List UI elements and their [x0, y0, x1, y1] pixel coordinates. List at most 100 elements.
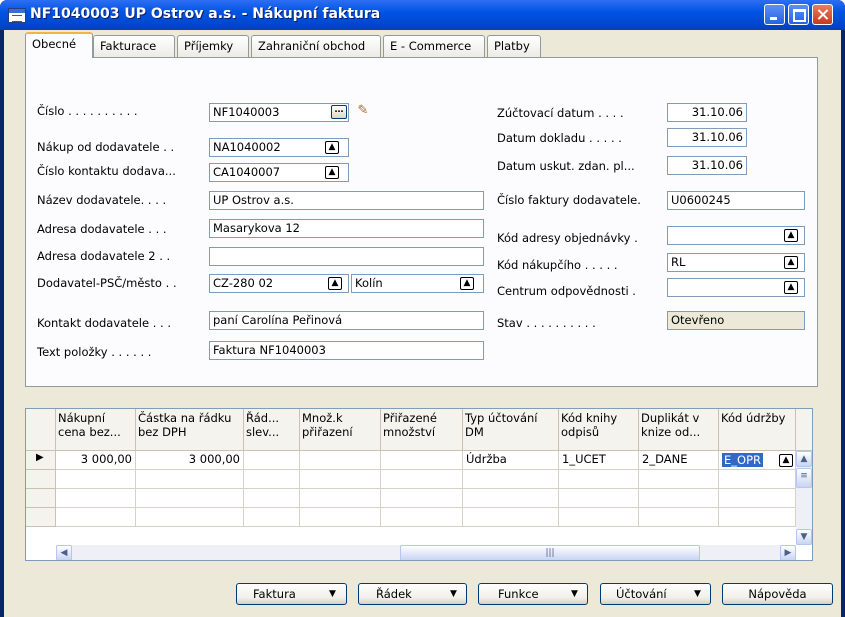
uctovani-button[interactable]: Účtování ▼: [600, 583, 711, 605]
row-selector[interactable]: [26, 470, 56, 489]
radek-button[interactable]: Řádek ▼: [358, 583, 467, 605]
column-header[interactable]: Nákupní cena bez...: [56, 409, 136, 451]
table-cell[interactable]: [639, 508, 719, 527]
table-cell[interactable]: 3 000,00: [136, 451, 244, 470]
horizontal-scrollbar[interactable]: ◀ ||| ▶: [56, 545, 796, 560]
minimize-button[interactable]: [764, 4, 785, 25]
tab-fakturace[interactable]: Fakturace: [93, 35, 175, 57]
tab-prijemky[interactable]: Příjemky: [177, 35, 249, 57]
table-cell[interactable]: [300, 489, 381, 508]
table-cell[interactable]: [300, 508, 381, 527]
close-button[interactable]: [812, 4, 833, 25]
funkce-button[interactable]: Funkce ▼: [478, 583, 588, 605]
horizontal-scroll-thumb[interactable]: |||: [400, 545, 700, 560]
tab-obecne[interactable]: Obecné: [25, 32, 93, 58]
table-cell[interactable]: [244, 470, 300, 489]
table-cell[interactable]: [136, 470, 244, 489]
radek-button-label: Řádek: [376, 587, 412, 601]
lookup-up-arrow-icon[interactable]: ▲: [460, 277, 474, 290]
table-cell[interactable]: [56, 508, 136, 527]
tab-e-commerce[interactable]: E - Commerce: [383, 35, 485, 57]
cislo-faktury-dodavatele-field[interactable]: U0600245: [667, 191, 805, 210]
lookup-up-arrow-icon[interactable]: ▲: [784, 256, 798, 269]
column-header[interactable]: Částka na řádku bez DPH: [136, 409, 244, 451]
maximize-button[interactable]: [788, 4, 809, 25]
table-cell[interactable]: [381, 470, 463, 489]
vertical-scrollbar[interactable]: ▲ ≡ ▼: [796, 451, 812, 545]
table-cell[interactable]: Údržba: [463, 451, 559, 470]
napoveda-button[interactable]: Nápověda: [722, 583, 833, 605]
scroll-up-icon[interactable]: ▲: [796, 451, 812, 467]
kod-nakupciho-label: Kód nákupčího . . . . .: [497, 258, 618, 272]
table-cell[interactable]: 2_DANE: [639, 451, 719, 470]
nazev-dodavatele-label: Název dodavatele. . . .: [37, 193, 167, 207]
table-cell[interactable]: [559, 470, 639, 489]
table-cell[interactable]: [381, 489, 463, 508]
table-cell[interactable]: [719, 508, 796, 527]
table-cell[interactable]: [639, 489, 719, 508]
scroll-right-icon[interactable]: ▶: [780, 545, 796, 560]
table-cell[interactable]: [463, 508, 559, 527]
nazev-dodavatele-field[interactable]: UP Ostrov a.s.: [209, 191, 484, 210]
lookup-up-arrow-icon[interactable]: ▲: [784, 229, 798, 242]
table-cell[interactable]: [719, 489, 796, 508]
table-cell[interactable]: [559, 489, 639, 508]
table-cell-active[interactable]: E_OPR ▲: [719, 451, 796, 470]
dropdown-arrow-icon: ▼: [694, 589, 701, 599]
assist-edit-icon[interactable]: …: [331, 105, 347, 119]
title-bar[interactable]: NF1040003 UP Ostrov a.s. - Nákupní faktu…: [0, 0, 845, 30]
text-polozky-field[interactable]: Faktura NF1040003: [209, 341, 484, 360]
table-cell[interactable]: [559, 508, 639, 527]
table-cell[interactable]: [463, 470, 559, 489]
adresa-dodavatele-field[interactable]: Masarykova 12: [209, 219, 484, 238]
current-row-icon: ▶: [36, 452, 44, 463]
tab-platby[interactable]: Platby: [487, 35, 541, 57]
row-selector[interactable]: [26, 489, 56, 508]
cislo-field[interactable]: NF1040003: [209, 103, 349, 122]
vertical-scroll-thumb[interactable]: ≡: [796, 468, 812, 488]
column-header[interactable]: Přiřazené množství: [381, 409, 463, 451]
table-cell[interactable]: [300, 451, 381, 470]
faktura-button[interactable]: Faktura ▼: [236, 583, 347, 605]
lookup-up-arrow-icon[interactable]: ▲: [328, 277, 342, 290]
table-cell[interactable]: [244, 451, 300, 470]
table-cell[interactable]: [56, 470, 136, 489]
column-header[interactable]: Duplikát v knize od...: [639, 409, 719, 451]
row-selector[interactable]: [26, 508, 56, 527]
table-cell[interactable]: [244, 508, 300, 527]
table-cell[interactable]: [719, 470, 796, 489]
table-cell[interactable]: [136, 489, 244, 508]
lookup-up-arrow-icon[interactable]: ▲: [325, 166, 339, 179]
zuctovaci-datum-field[interactable]: 31.10.06: [667, 103, 747, 122]
table-cell[interactable]: [381, 451, 463, 470]
table-cell[interactable]: [300, 470, 381, 489]
lookup-up-arrow-icon[interactable]: ▲: [325, 141, 339, 154]
lookup-up-arrow-icon[interactable]: ▲: [779, 454, 793, 467]
datum-dokladu-field[interactable]: 31.10.06: [667, 128, 747, 147]
table-cell[interactable]: [381, 508, 463, 527]
table-cell[interactable]: [639, 470, 719, 489]
kontakt-dodavatele-field[interactable]: paní Carolína Peřinová: [209, 311, 484, 330]
table-cell[interactable]: [56, 489, 136, 508]
column-header[interactable]: Řád... slev...: [244, 409, 300, 451]
kod-udrzby-selected-value[interactable]: E_OPR: [722, 453, 763, 467]
lookup-up-arrow-icon[interactable]: ▲: [784, 281, 798, 294]
table-cell[interactable]: 3 000,00: [56, 451, 136, 470]
table-cell[interactable]: [244, 489, 300, 508]
table-cell[interactable]: [463, 489, 559, 508]
column-header[interactable]: Typ účtování DM: [463, 409, 559, 451]
adresa-dodavatele-2-field[interactable]: [209, 247, 484, 266]
scroll-left-icon[interactable]: ◀: [56, 545, 72, 560]
dropdown-arrow-icon: ▼: [450, 589, 457, 599]
table-cell[interactable]: [136, 508, 244, 527]
nakup-od-dodavatele-label: Nákup od dodavatele . .: [37, 140, 175, 154]
scroll-down-icon[interactable]: ▼: [796, 529, 812, 545]
column-header[interactable]: Množ.k přiřazení: [300, 409, 381, 451]
table-cell[interactable]: 1_UCET: [559, 451, 639, 470]
row-selector[interactable]: ▶: [26, 451, 56, 470]
pencil-icon[interactable]: ✎: [355, 103, 371, 119]
column-header[interactable]: Kód knihy odpisů: [559, 409, 639, 451]
tab-zahranicni-obchod[interactable]: Zahraniční obchod: [251, 35, 381, 57]
column-header[interactable]: Kód údržby: [719, 409, 796, 451]
datum-uskut-field[interactable]: 31.10.06: [667, 156, 747, 175]
